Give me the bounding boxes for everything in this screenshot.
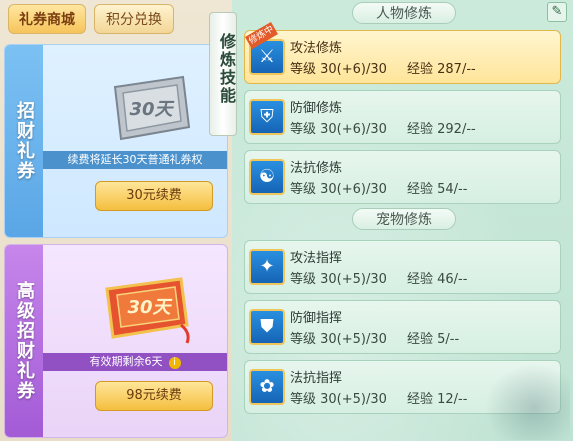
skill-name: 防御修炼 <box>290 101 343 116</box>
card-title-strip: 高级招财礼券 <box>5 245 43 437</box>
skill-level: 等级 30(+5)/30 <box>290 332 387 347</box>
skill-name: 法抗修炼 <box>290 161 343 176</box>
ticket-card-basic: 招财礼券 30天 续费将延长30天普通礼券权 30元续费 <box>4 44 228 238</box>
renew-98-button[interactable]: 98元续费 <box>95 381 213 411</box>
tab-points-exchange[interactable]: 积分兑换 <box>94 4 174 34</box>
shield-icon: ⛨ <box>249 99 285 135</box>
claw-icon: ✦ <box>249 249 285 285</box>
cultivation-scroll: 修炼技能 <box>205 0 239 441</box>
ticket-note-text: 有效期剩余6天 <box>89 355 163 368</box>
skill-exp: 经验 54/-- <box>407 182 468 197</box>
section-pet: 宠物修炼 <box>352 208 456 230</box>
ink-decoration <box>480 360 570 440</box>
skill-exp: 经验 12/-- <box>407 392 468 407</box>
section-character: 人物修炼 <box>352 2 456 24</box>
skill-name: 攻法修炼 <box>290 41 343 56</box>
skill-exp: 经验 5/-- <box>407 332 460 347</box>
scroll-label: 修炼技能 <box>217 33 236 105</box>
skill-row-attack[interactable]: ⚔ 修炼中 攻法修炼 等级 30(+6)/30 经验 287/-- <box>244 22 561 84</box>
paw-icon: ✿ <box>249 369 285 405</box>
card-title: 高级招财礼券 <box>14 281 35 401</box>
skill-level: 等级 30(+6)/30 <box>290 62 387 77</box>
skill-name: 攻法指挥 <box>290 251 343 266</box>
skill-row-defense[interactable]: ⛨ 防御修炼 等级 30(+6)/30 经验 292/-- <box>244 90 561 144</box>
ticket-note: 续费将延长30天普通礼券权 <box>43 151 227 169</box>
skill-exp: 经验 292/-- <box>407 122 476 137</box>
skill-name: 法抗指挥 <box>290 371 343 386</box>
paw-shield-icon: ⛊ <box>249 309 285 345</box>
card-title-strip: 招财礼券 <box>5 45 43 237</box>
skill-level: 等级 30(+5)/30 <box>290 392 387 407</box>
ticket-note: 有效期剩余6天 i <box>43 353 227 371</box>
skill-name: 防御指挥 <box>290 311 343 326</box>
skill-level: 等级 30(+6)/30 <box>290 122 387 137</box>
tab-ticket-shop[interactable]: 礼券商城 <box>8 4 86 34</box>
silver-ticket-image: 30天 <box>113 75 191 141</box>
ticket-text: 30天 <box>127 297 172 318</box>
scroll-label-bar: 修炼技能 <box>209 12 237 136</box>
skill-exp: 经验 287/-- <box>407 62 476 77</box>
info-icon[interactable]: i <box>168 357 181 369</box>
taiji-icon: ☯ <box>249 159 285 195</box>
pet-skill-row-defense[interactable]: ⛊ 防御指挥 等级 30(+5)/30 经验 5/-- <box>244 300 561 354</box>
skill-level: 等级 30(+5)/30 <box>290 272 387 287</box>
gold-ticket-image: 30天 <box>105 277 190 344</box>
ticket-card-premium: 高级招财礼券 30天 有效期剩余6天 i 98元续费 <box>4 244 228 438</box>
ticket-text: 30天 <box>129 99 174 120</box>
skill-row-magic-resist[interactable]: ☯ 法抗修炼 等级 30(+6)/30 经验 54/-- <box>244 150 561 204</box>
skill-level: 等级 30(+6)/30 <box>290 182 387 197</box>
card-title: 招财礼券 <box>14 101 35 181</box>
pet-skill-row-attack[interactable]: ✦ 攻法指挥 等级 30(+5)/30 经验 46/-- <box>244 240 561 294</box>
skill-exp: 经验 46/-- <box>407 272 468 287</box>
renew-30-button[interactable]: 30元续费 <box>95 181 213 211</box>
edit-icon[interactable]: ✎ <box>547 2 567 22</box>
